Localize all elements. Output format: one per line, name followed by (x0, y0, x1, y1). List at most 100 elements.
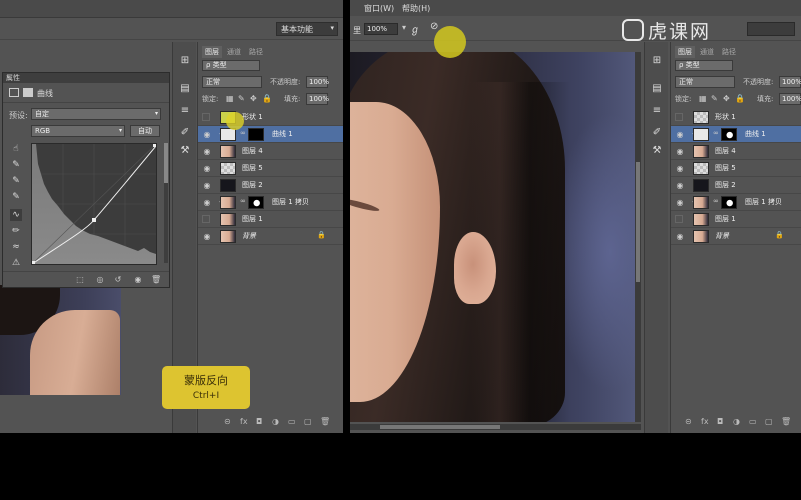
link-icon[interactable]: ∞ (713, 197, 719, 205)
tool-presets-icon[interactable]: ⚒ (650, 144, 664, 158)
mask-icon[interactable]: ◘ (717, 417, 723, 426)
eye-icon[interactable] (202, 113, 210, 121)
link-icon[interactable]: ∞ (713, 129, 719, 137)
layer-row[interactable]: 形状 1 (671, 109, 801, 126)
layer-thumbnail[interactable] (693, 196, 709, 209)
link-icon[interactable]: ⊝ (685, 417, 692, 426)
layer-mask-thumbnail[interactable] (248, 196, 264, 209)
layer-row[interactable]: ◉↓∞曲线 1 (198, 126, 343, 143)
layer-name[interactable]: 图层 1 (715, 214, 736, 224)
layer-name[interactable]: 图层 5 (715, 163, 736, 173)
filter-kind-select[interactable]: ρ 类型 (675, 60, 733, 71)
layer-mask-thumbnail[interactable] (248, 128, 264, 141)
tab-layers[interactable]: 图层 (675, 46, 695, 58)
eye-icon[interactable]: ◉ (675, 181, 685, 190)
tab-channels[interactable]: 通道 (224, 46, 244, 58)
layer-row[interactable]: ◉ 图层 4 (671, 143, 801, 160)
canvas-image[interactable] (0, 285, 121, 395)
tab-channels[interactable]: 通道 (697, 46, 717, 58)
layer-row[interactable]: ◉ 背景 🔒 (198, 228, 343, 245)
adjustment-icon[interactable] (9, 88, 19, 97)
lock-position-icon[interactable]: ✥ (250, 94, 257, 103)
mask-icon[interactable] (23, 88, 33, 97)
link-icon[interactable]: ⊝ (224, 417, 231, 426)
eye-icon[interactable]: ◉ (202, 130, 212, 139)
zoom-select[interactable]: 100% (364, 23, 398, 35)
layer-name[interactable]: 曲线 1 (272, 129, 293, 139)
lock-position-icon[interactable]: ✥ (723, 94, 730, 103)
airbrush-icon[interactable]: ℊ (410, 21, 420, 36)
tab-layers[interactable]: 图层 (202, 46, 222, 58)
eye-icon[interactable] (202, 215, 210, 223)
eye-icon[interactable]: ◉ (202, 198, 212, 207)
brush-settings-icon[interactable]: ✐ (178, 126, 192, 140)
channel-select[interactable]: RGB ▾ (31, 125, 125, 137)
layer-thumbnail[interactable] (693, 179, 709, 192)
filter-kind-select[interactable]: ρ 类型 (202, 60, 260, 71)
eye-icon[interactable] (675, 215, 683, 223)
eye-icon[interactable] (675, 113, 683, 121)
eye-icon[interactable]: ◉ (675, 147, 685, 156)
eye-icon[interactable]: ◉ (133, 275, 143, 285)
scrollbar[interactable] (164, 143, 168, 263)
adjustments-icon[interactable]: ▤ (650, 82, 664, 96)
layer-thumbnail[interactable] (693, 230, 709, 243)
layer-row[interactable]: ◉↓∞曲线 1 (671, 126, 801, 143)
lock-pixels-icon[interactable]: ▦ (699, 94, 707, 103)
fx-icon[interactable]: fx (240, 417, 248, 426)
white-eyedropper-icon[interactable]: ✎ (10, 191, 22, 203)
layer-thumbnail[interactable] (220, 179, 236, 192)
layer-thumbnail[interactable] (220, 196, 236, 209)
fill-field[interactable]: 100% (306, 93, 329, 105)
gray-eyedropper-icon[interactable]: ✎ (10, 175, 22, 187)
fill-field[interactable]: 100% (779, 93, 801, 105)
layer-row[interactable]: ◉ 图层 4 (198, 143, 343, 160)
adjustment-layer-icon[interactable]: ◑ (733, 417, 740, 426)
layer-thumbnail[interactable] (220, 230, 236, 243)
preset-select[interactable]: 自定 ▾ (31, 108, 161, 120)
layer-thumbnail[interactable] (693, 128, 709, 141)
layer-row[interactable]: 形状 1 (198, 109, 343, 126)
smooth-icon[interactable]: ≈ (10, 241, 22, 253)
tab-paths[interactable]: 路径 (719, 46, 739, 58)
layer-name[interactable]: 图层 1 拷贝 (745, 197, 782, 207)
trash-icon[interactable]: 🗑 (781, 417, 791, 426)
properties-titlebar[interactable]: 属性 » (3, 73, 169, 83)
layer-row[interactable]: ◉↓∞图层 1 拷贝 (198, 194, 343, 211)
layer-thumbnail[interactable] (693, 162, 709, 175)
layer-row[interactable]: ◉ 图层 5 (198, 160, 343, 177)
layer-name[interactable]: 图层 1 (242, 214, 263, 224)
layer-name[interactable]: 图层 4 (242, 146, 263, 156)
menu-help[interactable]: 帮助(H) (402, 3, 430, 14)
layer-name[interactable]: 图层 1 拷贝 (272, 197, 309, 207)
chevron-down-icon[interactable]: ▾ (402, 23, 406, 32)
layer-name[interactable]: 背景 (242, 231, 256, 241)
collapse-icon[interactable]: » (6, 73, 166, 81)
reset-icon[interactable]: ↺ (113, 275, 123, 285)
mask-icon[interactable]: ◘ (256, 417, 262, 426)
pencil-icon[interactable]: ✏ (10, 225, 22, 237)
layer-name[interactable]: 形状 1 (715, 112, 736, 122)
blend-mode-select[interactable]: 正常 (202, 76, 262, 88)
lock-paint-icon[interactable]: ✎ (711, 94, 718, 103)
opacity-field[interactable]: 100% (306, 76, 329, 88)
target-adjust-icon[interactable]: ☝ (10, 143, 22, 155)
eye-icon[interactable]: ◉ (675, 130, 685, 139)
workspace-select[interactable] (747, 22, 795, 36)
vertical-scrollbar[interactable] (635, 52, 641, 422)
canvas-image[interactable] (350, 52, 635, 422)
layer-name[interactable]: 图层 2 (242, 180, 263, 190)
tab-paths[interactable]: 路径 (246, 46, 266, 58)
eye-icon[interactable]: ◉ (202, 147, 212, 156)
new-layer-icon[interactable]: ▢ (765, 417, 773, 426)
layer-thumbnail[interactable] (693, 145, 709, 158)
menu-window[interactable]: 窗口(W) (364, 3, 394, 14)
clip-to-layer-icon[interactable]: ⬚ (75, 275, 85, 285)
layer-row[interactable]: ◉ 图层 2 (671, 177, 801, 194)
layer-name[interactable]: 形状 1 (242, 112, 263, 122)
brush-settings-icon[interactable]: ✐ (650, 126, 664, 140)
link-icon[interactable]: ∞ (240, 129, 246, 137)
layer-name[interactable]: 图层 4 (715, 146, 736, 156)
folder-icon[interactable]: ▭ (749, 417, 757, 426)
eye-icon[interactable]: ◉ (675, 164, 685, 173)
